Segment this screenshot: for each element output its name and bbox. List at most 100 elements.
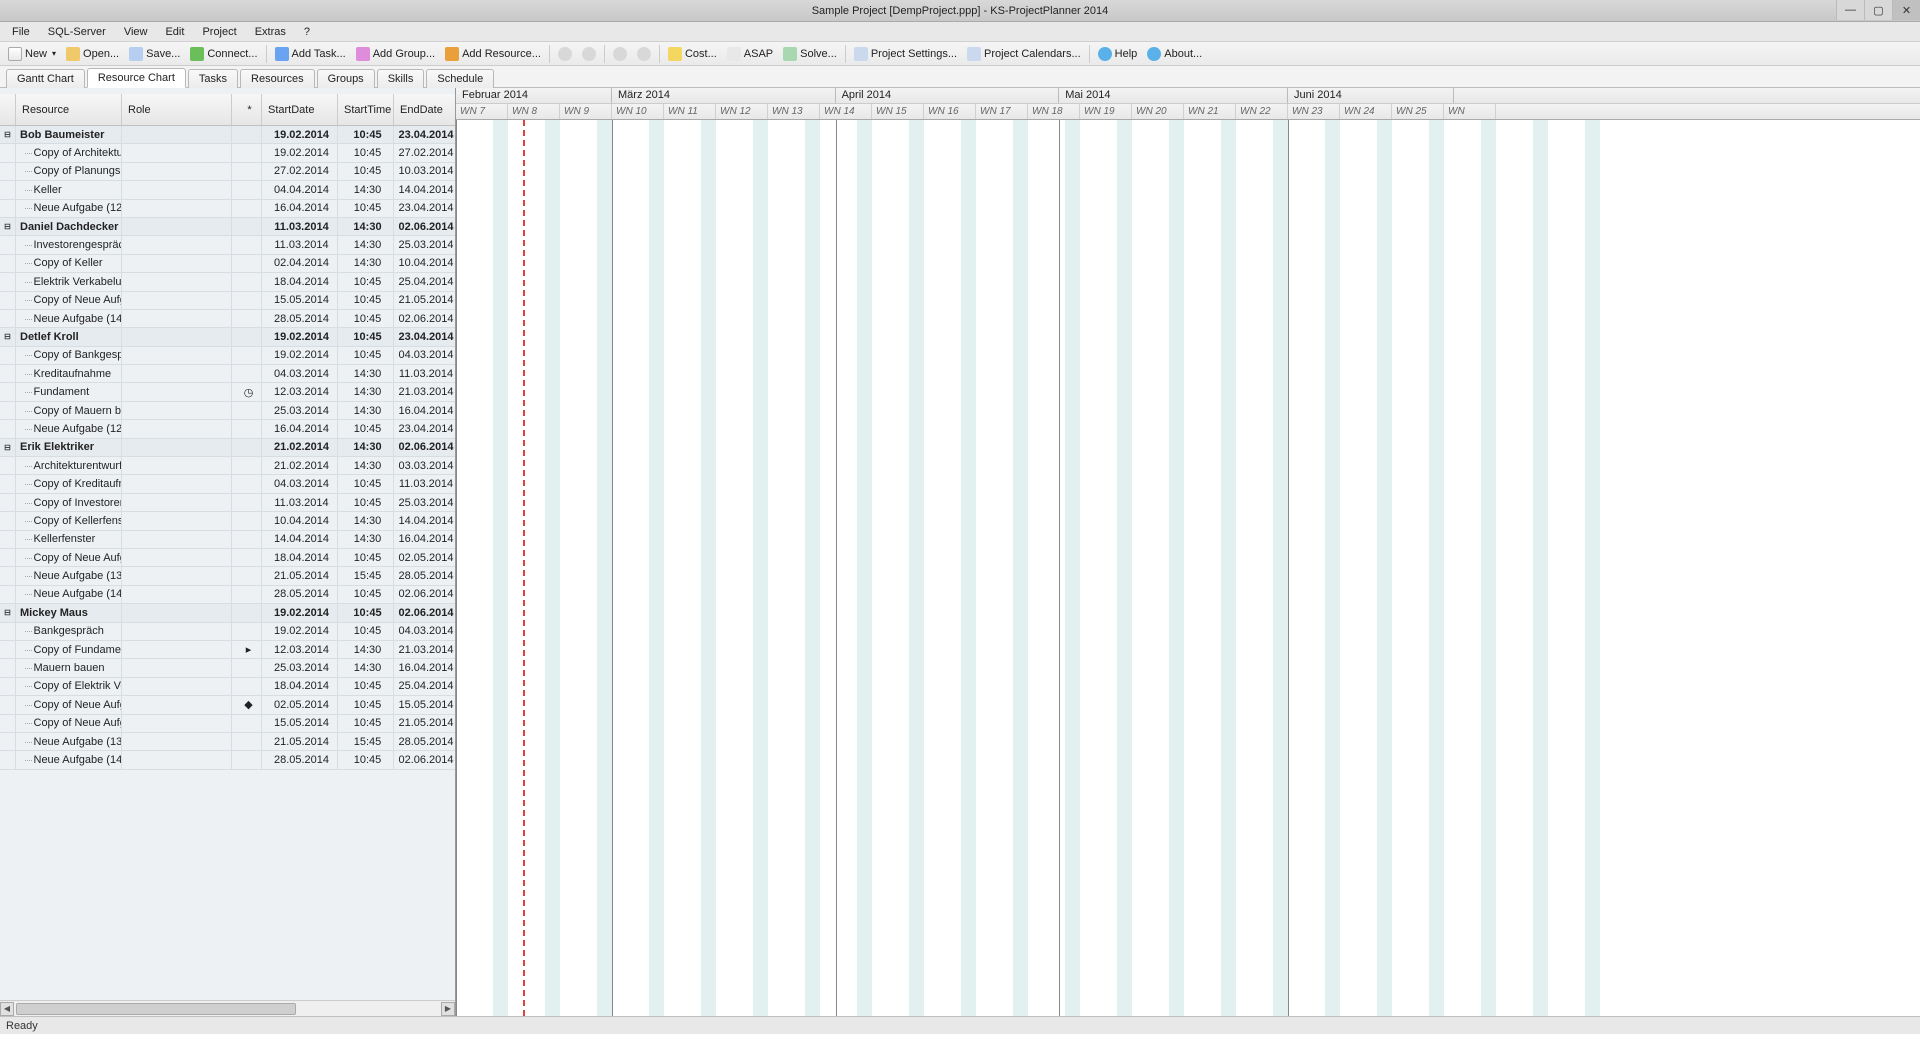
grid-header-[interactable]: * [232, 94, 262, 125]
cell: 27.02.2014 [262, 163, 338, 180]
task-row[interactable]: Copy of Investoren...11.03.201410:4525.0… [0, 494, 455, 512]
grid-header-expand[interactable] [0, 94, 16, 125]
task-row[interactable]: Copy of Elektrik Ve...18.04.201410:4525.… [0, 678, 455, 696]
task-row[interactable]: Copy of Neue Aufg...15.05.201410:4521.05… [0, 715, 455, 733]
task-row[interactable]: Fundament◷12.03.201414:3021.03.2014 [0, 383, 455, 401]
cell: ◷ [232, 383, 262, 400]
grid-hscroll[interactable]: ◀ ▶ [0, 1000, 455, 1016]
resource-name: Bob Baumeister [16, 126, 122, 143]
task-row[interactable]: Copy of Neue Aufg...15.05.201410:4521.05… [0, 292, 455, 310]
maximize-button[interactable]: ▢ [1864, 0, 1892, 20]
task-row[interactable]: Copy of Mauern ba...25.03.201414:3016.04… [0, 402, 455, 420]
task-row[interactable]: Keller04.04.201414:3014.04.2014 [0, 181, 455, 199]
menu-project[interactable]: Project [194, 24, 244, 40]
task-row[interactable]: Neue Aufgabe (14)28.05.201410:4502.06.20… [0, 586, 455, 604]
task-row[interactable]: Bankgespräch19.02.201410:4504.03.2014 [0, 623, 455, 641]
cell: 10:45 [338, 144, 394, 161]
toolbtn-label: Open... [83, 48, 119, 60]
task-row[interactable]: Neue Aufgabe (14)28.05.201410:4502.06.20… [0, 310, 455, 328]
grid-header-starttime[interactable]: StartTime [338, 94, 394, 125]
toolbtn-projectcalendars[interactable]: Project Calendars... [963, 45, 1085, 63]
toolbtn-about[interactable]: About... [1143, 45, 1206, 63]
scroll-thumb[interactable] [16, 1003, 296, 1015]
toolbtn-label: About... [1164, 48, 1202, 60]
menu-[interactable]: ? [296, 24, 318, 40]
resource-group-row[interactable]: ⊟Erik Elektriker21.02.201414:3002.06.201… [0, 439, 455, 457]
task-row[interactable]: Neue Aufgabe (12)16.04.201410:4523.04.20… [0, 420, 455, 438]
tab-skills[interactable]: Skills [377, 69, 425, 88]
task-row[interactable]: Copy of Neue Aufg...18.04.201410:4502.05… [0, 549, 455, 567]
task-row[interactable]: Architekturentwurf21.02.201414:3003.03.2… [0, 457, 455, 475]
menu-view[interactable]: View [116, 24, 156, 40]
toolbtn-help[interactable]: Help [1094, 45, 1142, 63]
resource-grid-panel: ResourceRole*StartDateStartTimeEndDate ⊟… [0, 88, 456, 1016]
week-header: WN 23 [1288, 104, 1340, 119]
toolbtn-solve[interactable]: Solve... [779, 45, 841, 63]
menu-sqlserver[interactable]: SQL-Server [40, 24, 114, 40]
cell [122, 236, 232, 253]
month-line [1288, 120, 1289, 1016]
cell: 10.04.2014 [394, 255, 454, 272]
toolbtn-connect[interactable]: Connect... [186, 45, 261, 63]
task-row[interactable]: Copy of Architektu...19.02.201410:4527.0… [0, 144, 455, 162]
grid-body[interactable]: ⊟Bob Baumeister19.02.201410:4523.04.2014… [0, 126, 455, 1000]
cell [232, 163, 262, 180]
task-row[interactable]: Copy of Kellerfenster10.04.201414:3014.0… [0, 512, 455, 530]
grid-header-resource[interactable]: Resource [16, 94, 122, 125]
task-row[interactable]: Copy of Neue Aufg...◆02.05.201410:4515.0… [0, 696, 455, 714]
tab-gantt-chart[interactable]: Gantt Chart [6, 69, 85, 88]
toolbtn-undo[interactable] [554, 45, 576, 63]
scroll-left-icon[interactable]: ◀ [0, 1002, 14, 1016]
grid-header-role[interactable]: Role [122, 94, 232, 125]
menu-file[interactable]: File [4, 24, 38, 40]
task-row[interactable]: Neue Aufgabe (13)21.05.201415:4528.05.20… [0, 567, 455, 585]
gantt-panel[interactable]: Februar 2014März 2014April 2014Mai 2014J… [456, 88, 1920, 1016]
tab-tasks[interactable]: Tasks [188, 69, 238, 88]
toolbtn-asap[interactable]: ASAP [723, 45, 777, 63]
task-row[interactable]: Neue Aufgabe (12)16.04.201410:4523.04.20… [0, 200, 455, 218]
task-row[interactable]: Copy of Planungs...27.02.201410:4510.03.… [0, 163, 455, 181]
grid-header-enddate[interactable]: EndDate [394, 94, 454, 125]
close-button[interactable]: ✕ [1892, 0, 1920, 20]
task-row[interactable]: Neue Aufgabe (13)21.05.201415:4528.05.20… [0, 733, 455, 751]
task-row[interactable]: Investorengespräche11.03.201414:3025.03.… [0, 236, 455, 254]
task-row[interactable]: Copy of Fundament▸12.03.201414:3021.03.2… [0, 641, 455, 659]
task-row[interactable]: Copy of Kreditaufn...04.03.201410:4511.0… [0, 475, 455, 493]
resource-group-row[interactable]: ⊟Daniel Dachdecker11.03.201414:3002.06.2… [0, 218, 455, 236]
scroll-right-icon[interactable]: ▶ [441, 1002, 455, 1016]
minimize-button[interactable]: — [1836, 0, 1864, 20]
cell: 02.06.2014 [394, 218, 454, 235]
toolbtn-save[interactable]: Save... [125, 45, 184, 63]
toolbtn-new[interactable]: New▾ [4, 45, 60, 63]
task-row[interactable]: Elektrik Verkabelung18.04.201410:4525.04… [0, 273, 455, 291]
toolbtn-find[interactable] [609, 45, 631, 63]
toolbtn-addresource[interactable]: Add Resource... [441, 45, 545, 63]
task-row[interactable]: Neue Aufgabe (14)28.05.201410:4502.06.20… [0, 751, 455, 769]
tab-resources[interactable]: Resources [240, 69, 315, 88]
resource-name: Copy of Neue Aufg... [16, 549, 122, 566]
task-row[interactable]: Mauern bauen25.03.201414:3016.04.2014 [0, 659, 455, 677]
resource-group-row[interactable]: ⊟Bob Baumeister19.02.201410:4523.04.2014 [0, 126, 455, 144]
menu-edit[interactable]: Edit [157, 24, 192, 40]
resource-group-row[interactable]: ⊟Detlef Kroll19.02.201410:4523.04.2014 [0, 328, 455, 346]
toolbtn-projectsettings[interactable]: Project Settings... [850, 45, 961, 63]
toolbtn-usr[interactable] [633, 45, 655, 63]
toolbtn-redo[interactable] [578, 45, 600, 63]
tab-groups[interactable]: Groups [317, 69, 375, 88]
toolbtn-cost[interactable]: Cost... [664, 45, 721, 63]
task-row[interactable]: Copy of Bankgespr...19.02.201410:4504.03… [0, 347, 455, 365]
menu-extras[interactable]: Extras [247, 24, 294, 40]
toolbtn-open[interactable]: Open... [62, 45, 123, 63]
toolbtn-addgroup[interactable]: Add Group... [352, 45, 439, 63]
tab-schedule[interactable]: Schedule [426, 69, 494, 88]
grid-header-startdate[interactable]: StartDate [262, 94, 338, 125]
task-row[interactable]: Kreditaufnahme04.03.201414:3011.03.2014 [0, 365, 455, 383]
toolbtn-addtask[interactable]: Add Task... [271, 45, 350, 63]
cell: 10:45 [338, 678, 394, 695]
tab-resource-chart[interactable]: Resource Chart [87, 68, 186, 88]
toolbar-separator [549, 45, 550, 63]
task-row[interactable]: Kellerfenster14.04.201414:3016.04.2014 [0, 531, 455, 549]
month-header: Mai 2014 [1059, 88, 1288, 103]
task-row[interactable]: Copy of Keller02.04.201414:3010.04.2014 [0, 255, 455, 273]
resource-group-row[interactable]: ⊟Mickey Maus19.02.201410:4502.06.2014 [0, 604, 455, 622]
